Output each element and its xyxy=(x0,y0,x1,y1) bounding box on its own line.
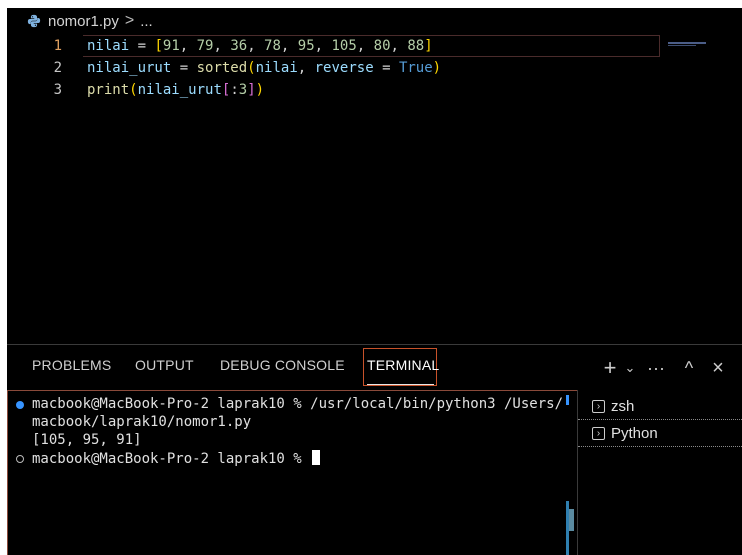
line-number: 2 xyxy=(53,60,62,76)
code-editor[interactable]: 1 nilai = [91, 79, 36, 78, 95, 105, 80, … xyxy=(7,34,742,344)
panel-tabs: PROBLEMS OUTPUT DEBUG CONSOLE TERMINAL +… xyxy=(7,345,742,389)
terminal-session-label: Python xyxy=(611,424,658,442)
panel-actions: + ⌄ ··· ^ × xyxy=(598,355,732,381)
terminal-icon: › xyxy=(592,399,605,413)
code-line[interactable]: 2 nilai_urut = sorted(nilai, reverse = T… xyxy=(7,57,742,79)
scrollbar-marker xyxy=(566,395,569,405)
line-number: 1 xyxy=(53,38,62,54)
chevron-down-icon[interactable]: ⌄ xyxy=(622,360,638,376)
breadcrumb: nomor1.py > ... xyxy=(7,8,742,34)
close-panel-icon[interactable]: × xyxy=(704,357,732,380)
maximize-panel-icon[interactable]: ^ xyxy=(674,358,704,379)
code-text: nilai = [91, 79, 36, 78, 95, 105, 80, 88… xyxy=(87,38,433,54)
minimap[interactable] xyxy=(668,42,706,44)
terminal-sessions-list: › zsh › Python xyxy=(578,390,742,555)
terminal-line: [105, 95, 91] xyxy=(32,432,142,448)
terminal-session-label: zsh xyxy=(611,397,635,415)
bottom-panel: PROBLEMS OUTPUT DEBUG CONSOLE TERMINAL +… xyxy=(7,344,742,555)
tab-problems[interactable]: PROBLEMS xyxy=(32,357,111,373)
breadcrumb-more[interactable]: ... xyxy=(140,13,153,30)
line-number: 3 xyxy=(53,82,62,98)
command-pending-icon[interactable] xyxy=(16,455,24,463)
terminal-line: macbook/laprak10/nomor1.py xyxy=(32,414,252,430)
tab-output[interactable]: OUTPUT xyxy=(135,357,194,373)
terminal-icon: › xyxy=(592,426,605,440)
terminal-prompt-line[interactable]: macbook@MacBook-Pro-2 laprak10 % xyxy=(32,450,321,467)
tab-debug-console[interactable]: DEBUG CONSOLE xyxy=(220,357,345,373)
code-text: nilai_urut = sorted(nilai, reverse = Tru… xyxy=(87,60,442,76)
minimap-line xyxy=(668,45,696,46)
add-terminal-icon[interactable]: + xyxy=(598,355,622,381)
terminal-session-python[interactable]: › Python xyxy=(578,420,742,447)
breadcrumb-separator: > xyxy=(124,12,135,29)
code-line[interactable]: 3 print(nilai_urut[:3]) xyxy=(7,79,742,101)
code-text: print(nilai_urut[:3]) xyxy=(87,82,265,98)
tab-terminal[interactable]: TERMINAL xyxy=(367,357,439,373)
terminal-view[interactable]: macbook@MacBook-Pro-2 laprak10 % /usr/lo… xyxy=(7,390,577,555)
code-line[interactable]: 1 nilai = [91, 79, 36, 78, 95, 105, 80, … xyxy=(7,35,742,57)
command-success-icon[interactable] xyxy=(16,401,24,409)
terminal-cursor xyxy=(312,450,321,465)
terminal-prompt: macbook@MacBook-Pro-2 laprak10 % xyxy=(32,451,311,467)
breadcrumb-file[interactable]: nomor1.py xyxy=(48,13,119,30)
terminal-session-zsh[interactable]: › zsh xyxy=(578,393,742,420)
scrollbar-thumb[interactable] xyxy=(569,509,574,531)
vscode-window: nomor1.py > ... 1 nilai = [91, 79, 36, 7… xyxy=(7,8,742,555)
python-file-icon xyxy=(27,14,41,28)
terminal-line: macbook@MacBook-Pro-2 laprak10 % /usr/lo… xyxy=(32,396,564,412)
more-actions-icon[interactable]: ··· xyxy=(638,358,674,379)
active-tab-underline xyxy=(367,384,434,385)
